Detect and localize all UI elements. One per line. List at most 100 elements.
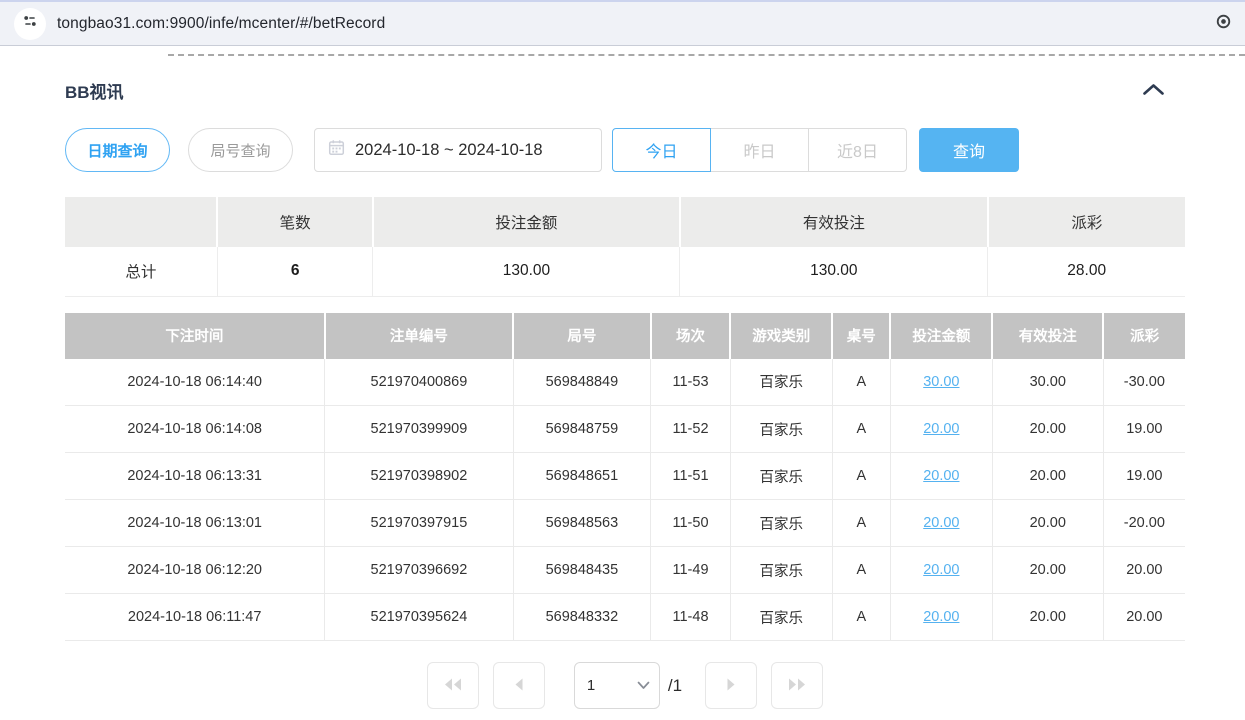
bet-amount-link[interactable]: 20.00 [923, 468, 959, 484]
date-query-tab[interactable]: 日期查询 [65, 128, 170, 172]
summary-total-row: 总计 6 130.00 130.00 28.00 [65, 247, 1185, 296]
table-row: 2024-10-18 06:13:01 521970397915 5698485… [65, 500, 1185, 547]
cell-payout: 19.00 [1103, 406, 1185, 453]
table-header-row: 下注时间 注单编号 局号 场次 游戏类别 桌号 投注金额 有效投注 派彩 [65, 313, 1185, 359]
cell-slip-number: 521970396692 [325, 547, 513, 594]
pagination: 1 /1 [65, 662, 1185, 709]
cell-valid-bet: 20.00 [992, 453, 1103, 500]
cell-payout: 19.00 [1103, 453, 1185, 500]
total-pages-label: /1 [668, 676, 682, 696]
cell-table-number: A [832, 547, 890, 594]
bet-amount-link[interactable]: 20.00 [923, 562, 959, 578]
cell-game-type: 百家乐 [730, 594, 832, 641]
summary-header-count: 笔数 [217, 197, 373, 247]
cell-round-number: 569848759 [513, 406, 651, 453]
bet-amount-link[interactable]: 20.00 [923, 609, 959, 625]
cell-valid-bet: 20.00 [992, 406, 1103, 453]
today-button[interactable]: 今日 [612, 128, 711, 172]
bet-amount-link[interactable]: 20.00 [923, 515, 959, 531]
yesterday-button[interactable]: 昨日 [710, 128, 809, 172]
cell-bet-time: 2024-10-18 06:12:20 [65, 547, 325, 594]
cell-round-number: 569848435 [513, 547, 651, 594]
round-query-tab[interactable]: 局号查询 [188, 128, 293, 172]
next-page-button[interactable] [705, 662, 757, 709]
bet-record-table: 下注时间 注单编号 局号 场次 游戏类别 桌号 投注金额 有效投注 派彩 202… [65, 313, 1185, 642]
summary-table: 笔数 投注金额 有效投注 派彩 总计 6 130.00 130.00 28.00 [65, 197, 1185, 297]
cell-bet-time: 2024-10-18 06:14:08 [65, 406, 325, 453]
header-round-number: 局号 [513, 313, 651, 359]
cell-slip-number: 521970397915 [325, 500, 513, 547]
header-session: 场次 [651, 313, 731, 359]
header-bet-amount: 投注金额 [890, 313, 992, 359]
header-valid-bet: 有效投注 [992, 313, 1103, 359]
cell-bet-amount: 20.00 [890, 500, 992, 547]
search-button[interactable]: 查询 [919, 128, 1019, 172]
table-row: 2024-10-18 06:14:40 521970400869 5698488… [65, 359, 1185, 406]
cell-slip-number: 521970398902 [325, 453, 513, 500]
cell-game-type: 百家乐 [730, 453, 832, 500]
table-row: 2024-10-18 06:14:08 521970399909 5698487… [65, 406, 1185, 453]
cell-round-number: 569848849 [513, 359, 651, 406]
summary-header-payout: 派彩 [988, 197, 1185, 247]
bet-amount-link[interactable]: 30.00 [923, 374, 959, 390]
summary-total-label: 总计 [65, 247, 217, 296]
address-bar: tongbao31.com:9900/infe/mcenter/#/betRec… [0, 0, 1245, 46]
cell-session: 11-48 [651, 594, 731, 641]
double-arrow-right-icon [786, 677, 808, 695]
site-settings-button[interactable] [14, 8, 46, 40]
cell-session: 11-49 [651, 547, 731, 594]
summary-header-valid-bet: 有效投注 [680, 197, 988, 247]
table-row: 2024-10-18 06:11:47 521970395624 5698483… [65, 594, 1185, 641]
header-bet-time: 下注时间 [65, 313, 325, 359]
calendar-icon [328, 139, 345, 161]
cell-bet-time: 2024-10-18 06:13:01 [65, 500, 325, 547]
cell-table-number: A [832, 500, 890, 547]
target-icon[interactable] [1216, 14, 1231, 34]
date-range-input[interactable]: 2024-10-18 ~ 2024-10-18 [314, 128, 602, 172]
summary-valid-bet-value: 130.00 [680, 247, 988, 296]
cell-session: 11-53 [651, 359, 731, 406]
summary-payout-value: 28.00 [988, 247, 1185, 296]
bet-amount-link[interactable]: 20.00 [923, 421, 959, 437]
cell-game-type: 百家乐 [730, 500, 832, 547]
last-page-button[interactable] [771, 662, 823, 709]
tune-icon [22, 13, 38, 34]
page-select[interactable]: 1 [575, 663, 659, 708]
cell-round-number: 569848332 [513, 594, 651, 641]
cell-valid-bet: 30.00 [992, 359, 1103, 406]
summary-header-empty [65, 197, 217, 247]
quick-date-group: 今日 昨日 近8日 [612, 128, 907, 172]
cell-payout: -30.00 [1103, 359, 1185, 406]
summary-header-bet-amount: 投注金额 [373, 197, 680, 247]
page-title: BB视讯 [65, 78, 124, 103]
prev-page-button[interactable] [493, 662, 545, 709]
cell-slip-number: 521970395624 [325, 594, 513, 641]
table-row: 2024-10-18 06:13:31 521970398902 5698486… [65, 453, 1185, 500]
cell-bet-time: 2024-10-18 06:11:47 [65, 594, 325, 641]
summary-count-value: 6 [217, 247, 373, 296]
chevron-up-icon [1142, 84, 1165, 99]
cell-bet-amount: 20.00 [890, 453, 992, 500]
summary-header-row: 笔数 投注金额 有效投注 派彩 [65, 197, 1185, 247]
cell-bet-time: 2024-10-18 06:14:40 [65, 359, 325, 406]
arrow-left-icon [512, 677, 525, 695]
cell-valid-bet: 20.00 [992, 594, 1103, 641]
bet-table-body: 2024-10-18 06:14:40 521970400869 5698488… [65, 359, 1185, 641]
cell-round-number: 569848563 [513, 500, 651, 547]
url-text[interactable]: tongbao31.com:9900/infe/mcenter/#/betRec… [57, 15, 385, 33]
cell-session: 11-52 [651, 406, 731, 453]
section-header: BB视讯 [65, 78, 1185, 103]
cell-payout: 20.00 [1103, 547, 1185, 594]
first-page-button[interactable] [427, 662, 479, 709]
cell-game-type: 百家乐 [730, 547, 832, 594]
cell-round-number: 569848651 [513, 453, 651, 500]
cell-table-number: A [832, 453, 890, 500]
cell-session: 11-51 [651, 453, 731, 500]
cell-table-number: A [832, 594, 890, 641]
cell-session: 11-50 [651, 500, 731, 547]
last-8-days-button[interactable]: 近8日 [808, 128, 907, 172]
cell-valid-bet: 20.00 [992, 547, 1103, 594]
date-range-value: 2024-10-18 ~ 2024-10-18 [355, 141, 543, 160]
collapse-button[interactable] [1136, 79, 1171, 103]
cell-slip-number: 521970399909 [325, 406, 513, 453]
